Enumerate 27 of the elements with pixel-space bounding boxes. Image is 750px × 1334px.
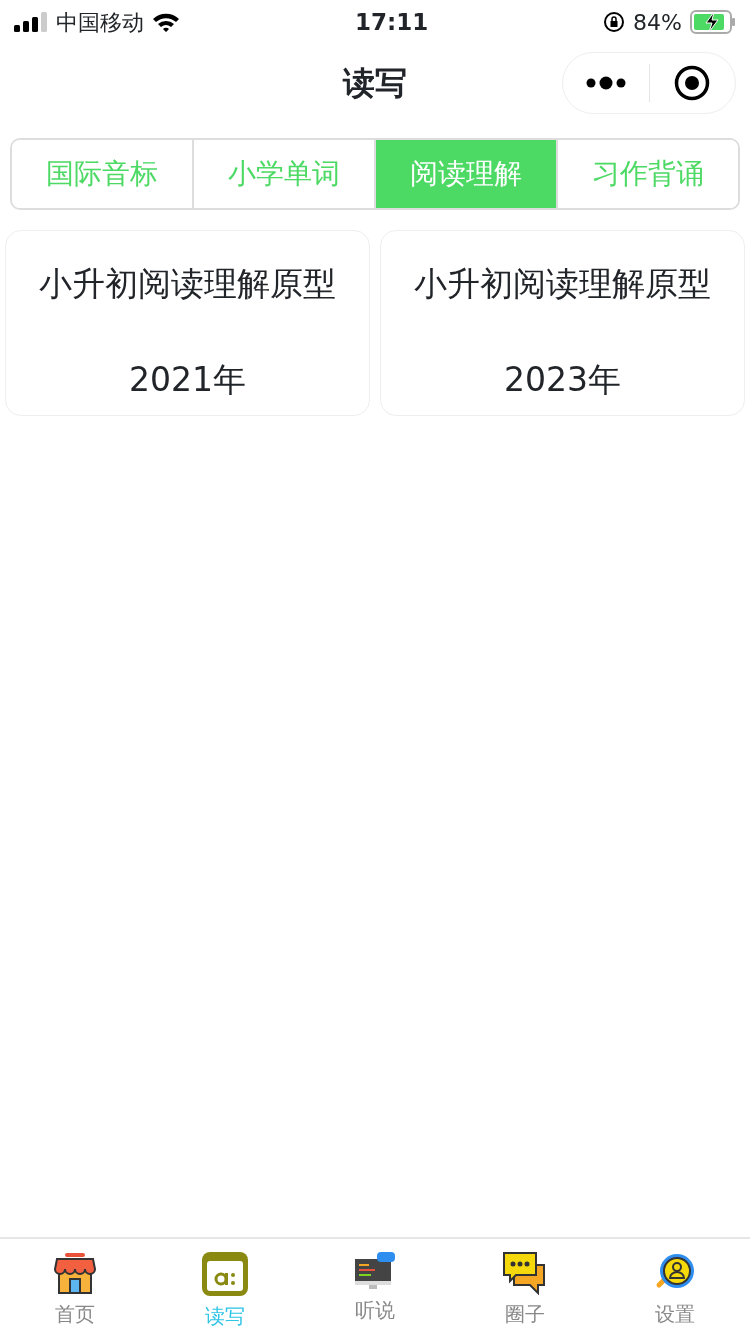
card-title: 小升初阅读理解原型 [414,263,711,305]
year-card[interactable]: 小升初阅读理解原型 2023年 [380,230,745,416]
letter-card-icon [201,1251,249,1297]
card-year: 2021年 [129,358,246,401]
clock-time: 17:11 [354,7,429,37]
battery-percent: 84% [633,8,682,37]
signal-icon [14,12,48,32]
chat-bubbles-icon [502,1251,548,1295]
wifi-icon [152,12,180,32]
tab-bar-item[interactable]: 听说 [300,1239,450,1334]
code-monitor-icon [353,1251,397,1291]
tab-bar-item[interactable]: 读写 [150,1239,300,1334]
shop-icon [53,1251,97,1295]
category-tab[interactable]: 阅读理解 [374,140,556,208]
carrier-name: 中国移动 [56,8,144,37]
card-title: 小升初阅读理解原型 [39,263,336,305]
tab-bar-item[interactable]: 首页 [0,1239,150,1334]
rotation-lock-icon [603,11,626,33]
more-icon[interactable] [585,76,626,90]
category-tab[interactable]: 习作背诵 [556,140,738,208]
close-icon[interactable] [674,65,711,101]
tab-bar-item[interactable]: 圈子 [450,1239,600,1334]
battery-icon [690,10,736,34]
year-card[interactable]: 小升初阅读理解原型 2021年 [5,230,370,416]
page-title: 读写 [343,63,407,104]
card-year: 2023年 [504,358,621,401]
tab-bar-item[interactable]: 设置 [600,1239,750,1334]
